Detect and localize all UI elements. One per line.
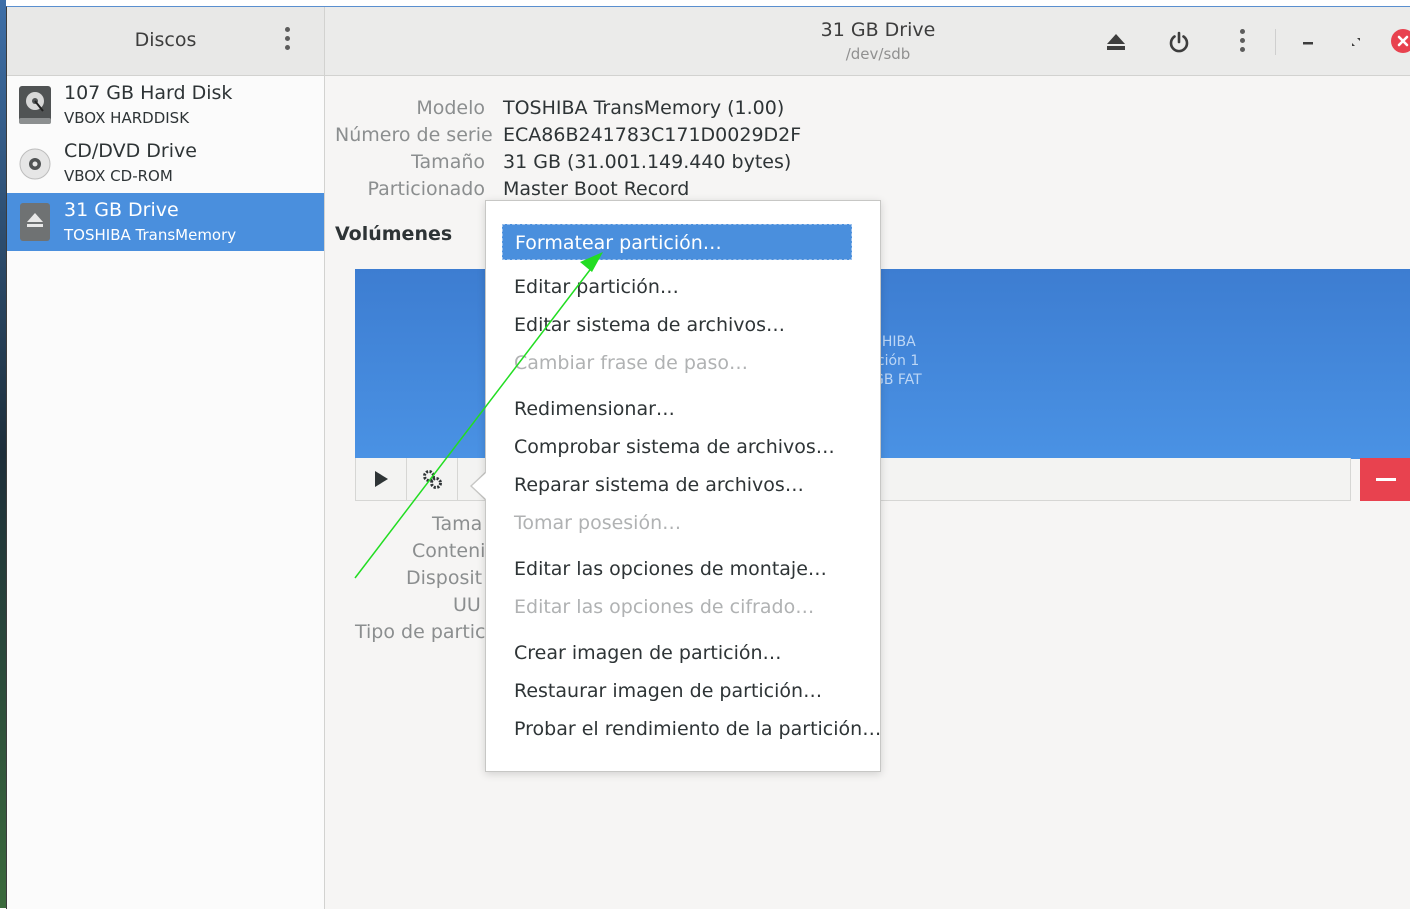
info-label: Modelo (416, 97, 485, 119)
drive-list-sidebar: 107 GB Hard Disk VBOX HARDDISK CD/DVD Dr… (7, 76, 325, 909)
volumes-heading: Volúmenes (335, 223, 453, 245)
drive-item-usb[interactable]: 31 GB Drive TOSHIBA TransMemory (7, 193, 324, 251)
header-bar: 31 GB Drive /dev/sdb (325, 7, 1410, 76)
partition-options-button[interactable] (407, 458, 458, 500)
detail-label-size: Tama (432, 513, 483, 535)
menu-item-check-filesystem[interactable]: Comprobar sistema de archivos… (502, 429, 835, 465)
disks-app-window: Discos 31 GB Drive /dev/sdb 107 GB Hard … (6, 6, 1410, 909)
optical-drive-icon (19, 142, 51, 184)
info-value-partitioning: Master Boot Record (503, 178, 690, 200)
popover-arrow-fill (472, 472, 487, 500)
play-icon (375, 471, 388, 487)
info-value-serial: ECA86B241783C171D0029D2F (503, 124, 802, 146)
minimize-icon[interactable] (1293, 27, 1323, 57)
drive-menu-icon[interactable] (1227, 27, 1257, 57)
info-value-size: 31 GB (31.001.149.440 bytes) (503, 151, 792, 173)
partition-options-menu: Formatear partición… Editar partición… E… (485, 200, 881, 772)
hard-disk-icon (19, 84, 51, 126)
sidebar-header: Discos (7, 7, 325, 76)
drive-model: TOSHIBA TransMemory (64, 226, 237, 244)
maximize-icon[interactable] (1341, 27, 1371, 57)
menu-item-repair-filesystem[interactable]: Reparar sistema de archivos… (502, 467, 804, 503)
menu-item-format-partition[interactable]: Formatear partición… (502, 224, 852, 260)
menu-item-take-ownership[interactable]: Tomar posesión… (502, 505, 681, 541)
info-value-model: TOSHIBA TransMemory (1.00) (503, 97, 785, 119)
drive-item-hard-disk[interactable]: 107 GB Hard Disk VBOX HARDDISK (7, 76, 324, 134)
info-label: Tamaño (411, 151, 485, 173)
menu-item-change-passphrase[interactable]: Cambiar frase de paso… (502, 345, 748, 381)
detail-label-contents: Conteni (412, 540, 486, 562)
app-menu-icon[interactable] (277, 27, 297, 57)
menu-item-benchmark[interactable]: Probar el rendimiento de la partición… (502, 711, 881, 747)
mount-button[interactable] (356, 458, 407, 500)
detail-label-uuid: UU (453, 594, 481, 616)
drive-name: 107 GB Hard Disk (64, 82, 233, 104)
power-icon[interactable] (1164, 27, 1194, 57)
drive-name: CD/DVD Drive (64, 140, 197, 162)
info-label: Número de serie (335, 124, 493, 146)
menu-item-edit-partition[interactable]: Editar partición… (502, 269, 679, 305)
menu-item-edit-mount-options[interactable]: Editar las opciones de montaje… (502, 551, 827, 587)
drive-item-cd-dvd[interactable]: CD/DVD Drive VBOX CD-ROM (7, 134, 324, 192)
close-icon[interactable] (1391, 29, 1410, 53)
menu-item-edit-filesystem[interactable]: Editar sistema de archivos… (502, 307, 785, 343)
drive-model: VBOX HARDDISK (64, 109, 190, 127)
detail-label-device: Disposit (406, 567, 483, 589)
menu-item-restore-image[interactable]: Restaurar imagen de partición… (502, 673, 822, 709)
header-separator (1275, 29, 1276, 55)
eject-icon[interactable] (1101, 27, 1131, 57)
delete-partition-button[interactable] (1360, 458, 1410, 501)
minus-icon (1375, 478, 1396, 481)
menu-item-edit-encryption-options[interactable]: Editar las opciones de cifrado… (502, 589, 814, 625)
usb-drive-icon (19, 201, 51, 243)
info-label: Particionado (367, 178, 485, 200)
detail-label-partition-type: Tipo de partici (355, 621, 491, 643)
drive-name: 31 GB Drive (64, 199, 179, 221)
menu-item-resize[interactable]: Redimensionar… (502, 391, 675, 427)
menu-item-create-image[interactable]: Crear imagen de partición… (502, 635, 782, 671)
gears-icon (423, 470, 442, 489)
drive-model: VBOX CD-ROM (64, 167, 173, 185)
